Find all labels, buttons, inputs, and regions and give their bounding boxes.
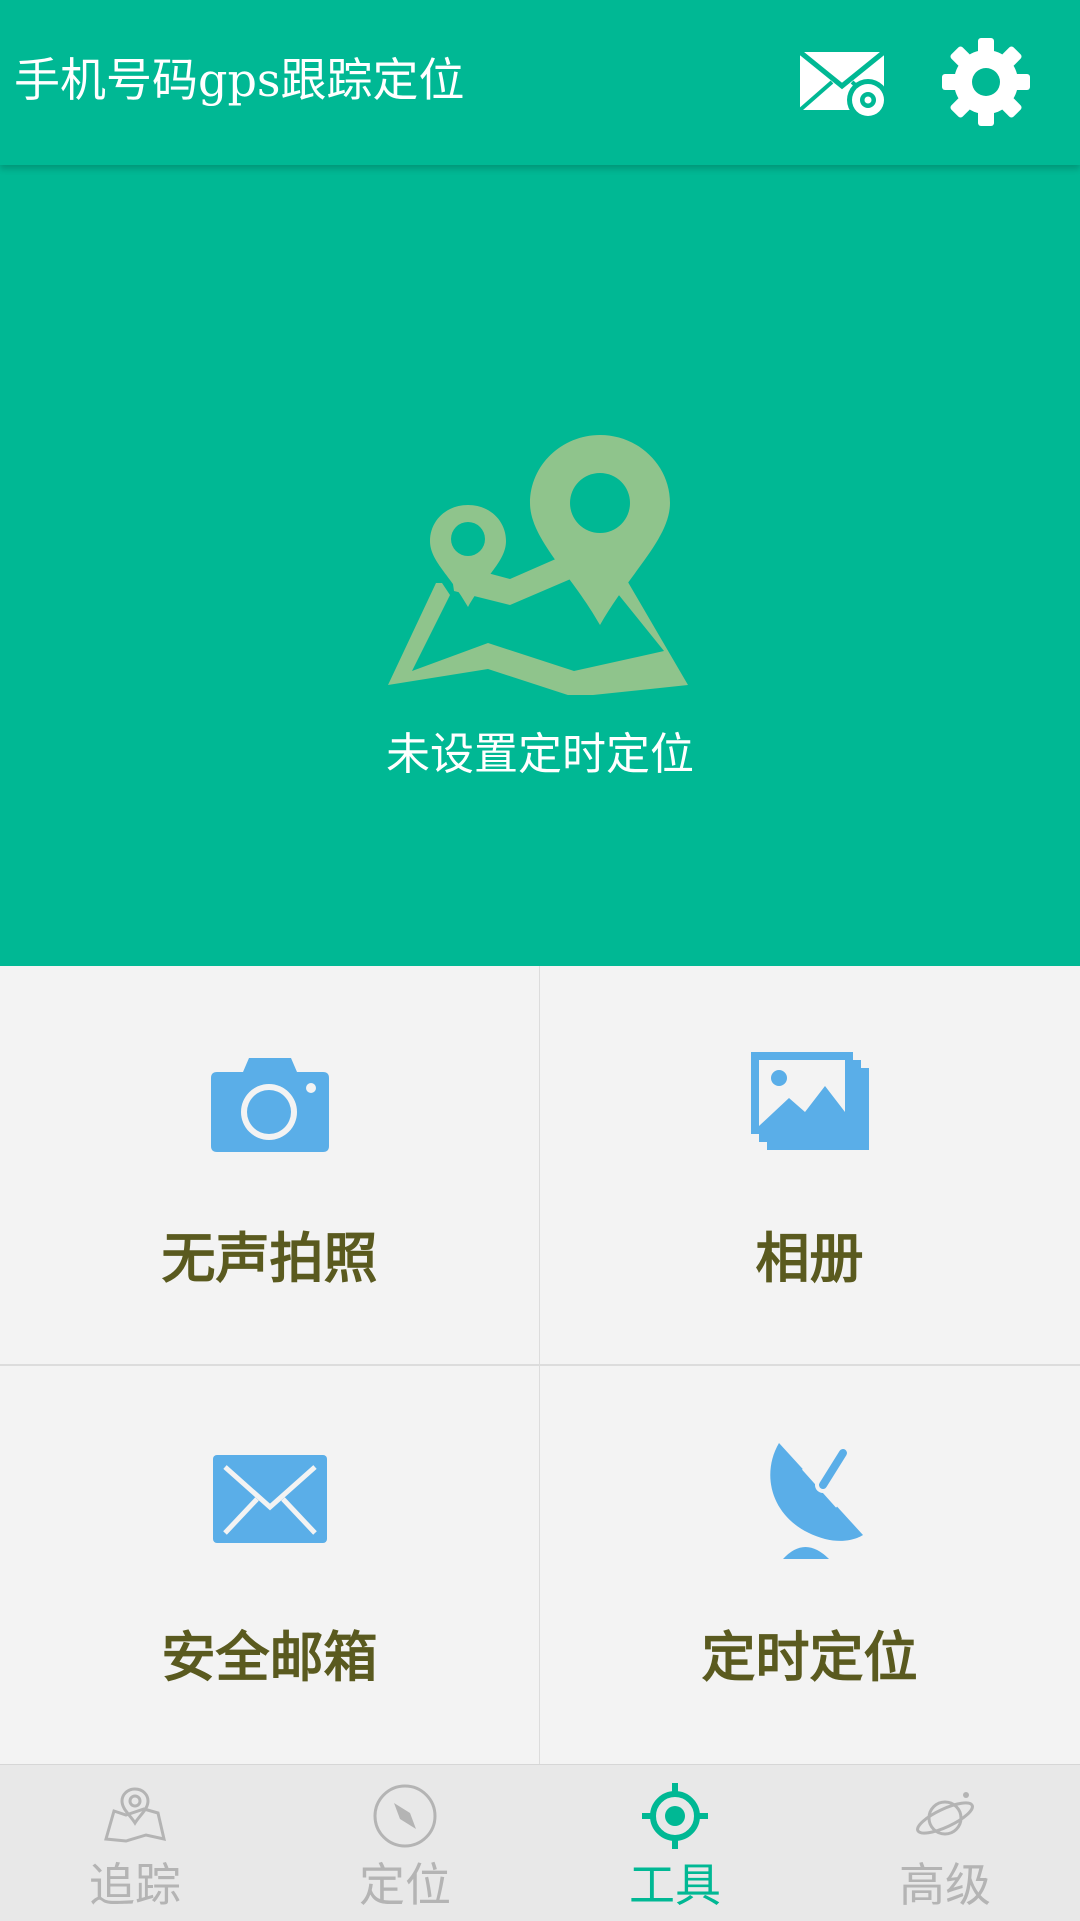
planet-icon [916,1792,974,1836]
silent-photo-button[interactable]: 无声拍照 [0,966,539,1364]
satellite-dish-icon [769,1443,863,1559]
app-header: 手机号码gps跟踪定位 [0,0,1080,165]
envelope-icon [212,1455,327,1543]
map-pins-icon [388,435,688,695]
tab-track[interactable]: 追踪 [0,1765,270,1921]
gear-icon[interactable] [940,36,1032,128]
timer-status-text: 未设置定时定位 [386,729,694,780]
tab-advanced[interactable]: 高级 [810,1765,1080,1921]
bottom-tab-bar: 追踪 定位 工具 高级 [0,1764,1080,1921]
silent-photo-label: 无声拍照 [161,1226,378,1290]
tab-locate[interactable]: 定位 [270,1765,540,1921]
photo-album-button[interactable]: 相册 [540,966,1079,1364]
tab-track-label: 追踪 [89,1858,181,1912]
hero-panel: 未设置定时定位 [0,165,1080,966]
app-title: 手机号码gps跟踪定位 [14,53,465,107]
mail-settings-icon[interactable] [798,48,890,122]
target-icon [642,1783,708,1849]
compass-icon [373,1784,437,1848]
timed-location-label: 定时定位 [701,1625,918,1689]
timed-location-button[interactable]: 定时定位 [540,1365,1079,1763]
map-icon [104,1787,166,1843]
tab-locate-label: 定位 [359,1858,451,1912]
tab-tools-label: 工具 [629,1858,721,1912]
grid-divider-horizontal [0,1364,1080,1366]
tab-advanced-label: 高级 [899,1858,991,1912]
secure-mailbox-label: 安全邮箱 [161,1625,378,1689]
tools-grid: 无声拍照 相册 安全邮箱 定时定位 [0,966,1080,1764]
tab-tools[interactable]: 工具 [540,1765,810,1921]
camera-icon [210,1058,329,1152]
photo-album-icon [750,1052,869,1150]
secure-mailbox-button[interactable]: 安全邮箱 [0,1365,539,1763]
photo-album-label: 相册 [755,1226,864,1290]
